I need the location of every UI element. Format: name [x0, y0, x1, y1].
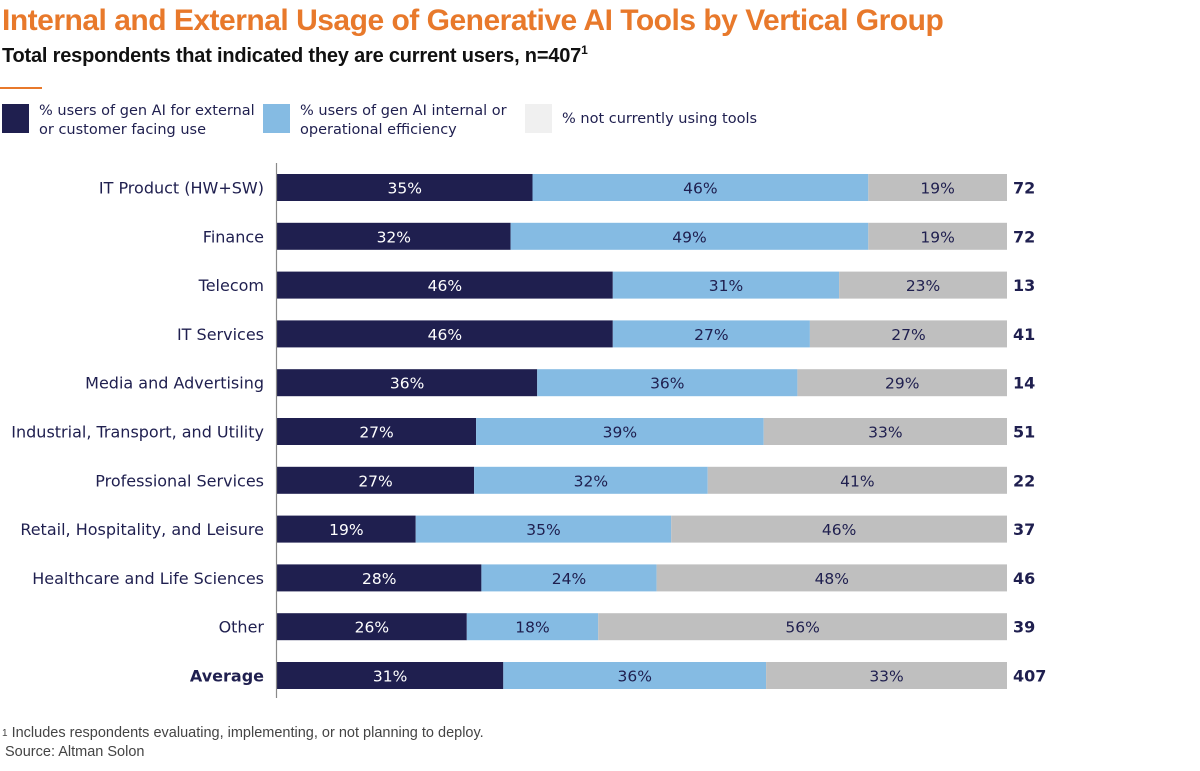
- data-label-internal: 18%: [515, 619, 549, 637]
- category-label: Average: [190, 667, 264, 686]
- data-label-not-using: 33%: [869, 668, 903, 686]
- bar-row: Retail, Hospitality, and Leisure 19% 35% 46…: [20, 515, 1035, 543]
- respondent-count-label: 72: [1013, 227, 1035, 246]
- data-label-not-using: 56%: [785, 619, 819, 637]
- bar-row: Other 26% 18% 56% 39: [219, 613, 1035, 641]
- category-label: IT Services: [177, 325, 264, 344]
- bar-row: Professional Services 27% 32% 41% 22: [95, 466, 1035, 494]
- bar-row: Finance 32% 49% 19% 72: [203, 222, 1035, 250]
- respondent-count-label: 14: [1013, 374, 1035, 393]
- bar-row: Healthcare and Life Sciences 28% 24% 48% 46: [32, 564, 1035, 592]
- data-label-internal: 36%: [650, 375, 684, 393]
- bar-row: Media and Advertising 36% 36% 29% 14: [85, 369, 1035, 397]
- data-label-not-using: 19%: [920, 228, 954, 246]
- respondent-count-label: 46: [1013, 569, 1035, 588]
- data-label-internal: 27%: [694, 326, 728, 344]
- data-label-not-using: 19%: [920, 180, 954, 198]
- data-label-external: 28%: [362, 570, 396, 588]
- data-label-not-using: 41%: [840, 472, 874, 490]
- data-label-internal: 49%: [672, 228, 706, 246]
- footnote-block: 1 Includes respondents evaluating, imple…: [2, 724, 484, 762]
- footnote-text: Includes respondents evaluating, impleme…: [11, 725, 484, 741]
- data-label-external: 46%: [428, 326, 462, 344]
- category-label: Professional Services: [95, 471, 264, 490]
- respondent-count-label: 39: [1013, 618, 1035, 637]
- data-label-external: 27%: [358, 472, 392, 490]
- bar-row: Telecom 46% 31% 23% 13: [198, 271, 1035, 299]
- data-label-not-using: 33%: [868, 424, 902, 442]
- category-label: Retail, Hospitality, and Leisure: [20, 520, 264, 539]
- data-label-not-using: 48%: [815, 570, 849, 588]
- footnote-line: 1 Includes respondents evaluating, imple…: [2, 724, 484, 743]
- source-line: Source: Altman Solon: [5, 744, 145, 760]
- data-label-external: 35%: [388, 180, 422, 198]
- bars-layer: IT Product (HW+SW) 35% 46% 19% 72 Finance 32% 4…: [11, 174, 1046, 689]
- data-label-internal: 39%: [603, 424, 637, 442]
- data-label-internal: 31%: [709, 277, 743, 295]
- respondent-count-label: 72: [1013, 179, 1035, 198]
- bar-row: IT Services 46% 27% 27% 41: [177, 320, 1035, 348]
- category-label: Finance: [203, 227, 264, 246]
- data-label-internal: 35%: [526, 521, 560, 539]
- category-label: Other: [219, 618, 265, 637]
- data-label-external: 19%: [329, 521, 363, 539]
- respondent-count-label: 407: [1013, 667, 1046, 686]
- data-label-internal: 46%: [683, 180, 717, 198]
- respondent-count-label: 41: [1013, 325, 1035, 344]
- footnote-marker: 1: [2, 728, 8, 739]
- data-label-external: 36%: [390, 375, 424, 393]
- respondent-count-label: 13: [1013, 276, 1035, 295]
- data-label-external: 46%: [428, 277, 462, 295]
- bar-row: Average 31% 36% 33% 407: [190, 662, 1046, 689]
- bar-row: IT Product (HW+SW) 35% 46% 19% 72: [99, 174, 1035, 201]
- respondent-count-label: 51: [1013, 423, 1035, 442]
- data-label-internal: 32%: [574, 472, 608, 490]
- data-label-external: 27%: [359, 424, 393, 442]
- data-label-not-using: 46%: [822, 521, 856, 539]
- data-label-internal: 36%: [617, 668, 651, 686]
- data-label-external: 31%: [373, 668, 407, 686]
- category-label: Healthcare and Life Sciences: [32, 569, 264, 588]
- data-label-internal: 24%: [552, 570, 586, 588]
- respondent-count-label: 37: [1013, 520, 1035, 539]
- data-label-not-using: 23%: [906, 277, 940, 295]
- category-label: Industrial, Transport, and Utility: [11, 423, 264, 442]
- data-label-external: 32%: [377, 228, 411, 246]
- bar-row: Industrial, Transport, and Utility 27% 39%…: [11, 418, 1035, 445]
- stacked-bar-chart: IT Product (HW+SW) 35% 46% 19% 72 Finance 32% 4…: [11, 163, 1046, 698]
- category-label: Telecom: [198, 276, 264, 295]
- data-label-not-using: 27%: [891, 326, 925, 344]
- respondent-count-label: 22: [1013, 471, 1035, 490]
- data-label-not-using: 29%: [885, 375, 919, 393]
- category-label: Media and Advertising: [85, 374, 264, 393]
- data-label-external: 26%: [355, 619, 389, 637]
- category-label: IT Product (HW+SW): [99, 179, 264, 198]
